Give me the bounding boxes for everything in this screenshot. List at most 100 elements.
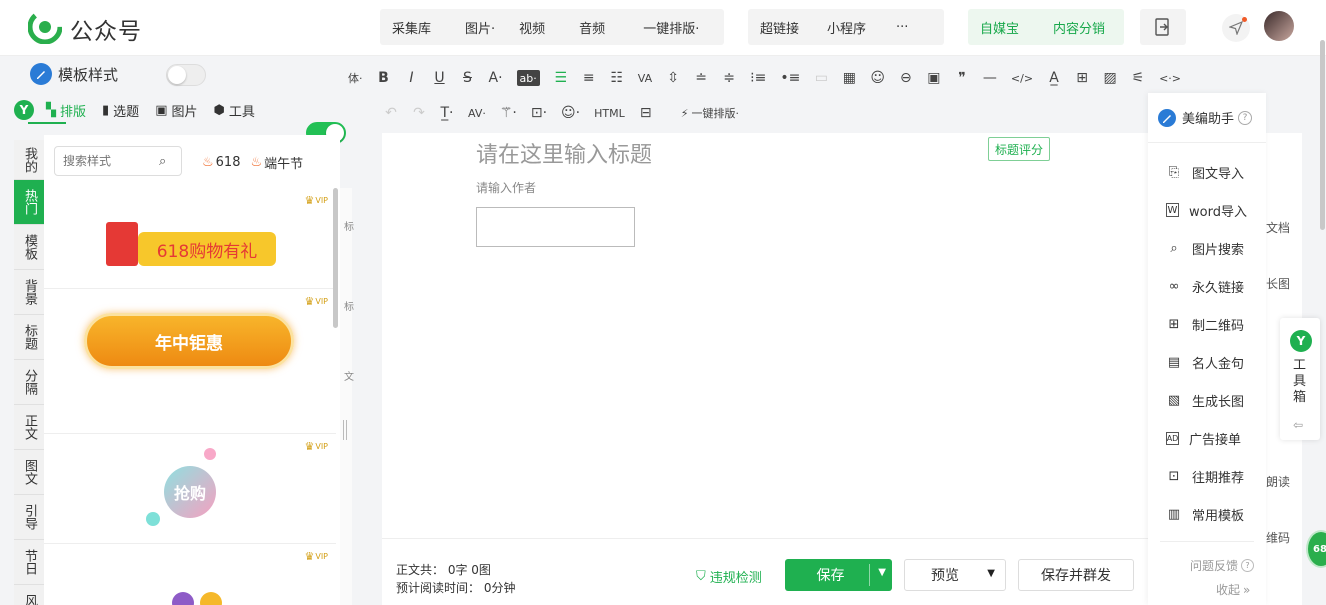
save-button[interactable]: 保存 ▼ <box>785 559 892 591</box>
category-title[interactable]: 标题 <box>14 315 44 360</box>
side-item-image-search[interactable]: ⌕ 图片搜索 <box>1148 229 1266 267</box>
menu-hyperlink[interactable]: 超链接 <box>748 18 811 37</box>
tag-618[interactable]: 618 <box>216 155 241 170</box>
format-painter-icon[interactable]: ▭ <box>814 67 828 89</box>
align-left-icon[interactable]: ☰ <box>554 67 568 89</box>
floating-assistant-badge[interactable]: 68 <box>1306 530 1326 568</box>
side-item-quotes[interactable]: ▤ 名人金句 <box>1148 343 1266 381</box>
style-card[interactable]: ♛ VIP 年中钜惠 <box>44 289 336 434</box>
category-mine[interactable]: 我的 <box>14 140 44 180</box>
side-item-recommend[interactable]: ⊡ 往期推荐 <box>1148 457 1266 495</box>
tab-tools[interactable]: ⬢ 工具 <box>214 101 255 120</box>
tab-topic[interactable]: ▮ 选题 <box>102 101 139 120</box>
one-click-layout-button[interactable]: ⚡ 一键排版· <box>681 102 739 124</box>
italic-button[interactable]: I <box>405 67 419 89</box>
editor-body-box[interactable] <box>476 207 635 247</box>
category-divider[interactable]: 分隔 <box>14 360 44 405</box>
menu-more[interactable]: ··· <box>878 20 920 35</box>
emoji-icon[interactable]: ☺ <box>870 67 885 89</box>
style-card[interactable]: ♛ VIP 抢购 <box>44 434 336 544</box>
violation-check-button[interactable]: ⛉ 违规检测 <box>696 567 762 586</box>
clear-format-icon[interactable]: T̲· <box>440 102 454 124</box>
paragraph-after-icon[interactable]: ≑ <box>722 67 736 89</box>
menu-mini-program[interactable]: 小程序 <box>811 18 878 37</box>
menu-zimeibao[interactable]: 自媒宝 <box>968 18 1031 37</box>
column-icon[interactable]: ⊞ <box>1075 67 1089 89</box>
image-insert-icon[interactable]: ▨ <box>1103 67 1117 89</box>
kerning-icon[interactable]: AV· <box>468 102 486 124</box>
sticker-icon[interactable]: ☺· <box>561 102 580 124</box>
title-score-button[interactable]: 标题评分 <box>988 137 1051 161</box>
paragraph-before-icon[interactable]: ≐ <box>694 67 708 89</box>
menu-video[interactable]: 视频 <box>507 18 557 37</box>
tab-layout[interactable]: ▚ 排版 <box>46 101 86 120</box>
category-guide[interactable]: 引导 <box>14 495 44 540</box>
html-icon[interactable]: HTML <box>594 102 625 124</box>
underline-button[interactable]: U <box>433 67 447 89</box>
avatar[interactable] <box>1264 11 1294 41</box>
side-item-permalink[interactable]: ∞ 永久链接 <box>1148 267 1266 305</box>
strikethrough-button[interactable]: S <box>461 67 475 89</box>
briefcase-icon[interactable]: ⊟ <box>639 102 653 124</box>
chevron-down-icon[interactable]: ▼ <box>878 567 886 578</box>
style-card[interactable]: ♛ VIP 618购物有礼 <box>44 188 336 289</box>
font-color-button[interactable]: A· <box>489 67 503 89</box>
style-search-input[interactable] <box>63 148 159 174</box>
menu-images[interactable]: 图片· <box>443 18 507 37</box>
side-item-common-templates[interactable]: ▥ 常用模板 <box>1148 495 1266 533</box>
code-block-icon[interactable]: ▣ <box>927 67 941 89</box>
template-style-toggle[interactable] <box>166 64 206 86</box>
link-icon[interactable]: ⊖ <box>899 67 913 89</box>
menu-audio[interactable]: 音频 <box>557 18 617 37</box>
menu-collection[interactable]: 采集库 <box>380 18 443 37</box>
chart-icon[interactable]: ⊡· <box>531 102 547 124</box>
search-icon[interactable]: ⌕ <box>159 154 166 169</box>
redo-icon[interactable]: ↷ <box>412 102 426 124</box>
highlight-button[interactable]: ab· <box>516 70 540 86</box>
quote-icon[interactable]: ❞ <box>955 67 969 89</box>
category-style[interactable]: 风格 <box>14 585 44 605</box>
send-icon[interactable] <box>1222 14 1250 42</box>
author-input[interactable]: 请输入作者 <box>476 179 536 196</box>
side-item-import-doc[interactable]: ⎘ 图文导入 <box>1148 153 1266 191</box>
undo-icon[interactable]: ↶ <box>384 102 398 124</box>
letter-spacing-icon[interactable]: VA <box>638 67 652 89</box>
bold-button[interactable]: B <box>377 67 391 89</box>
line-height-icon[interactable]: ⇳ <box>666 67 680 89</box>
toolbox-widget[interactable]: Y 工具箱 ⇦ <box>1280 318 1320 440</box>
source-code-icon[interactable]: </> <box>1011 67 1033 89</box>
table-icon[interactable]: ▦ <box>842 67 856 89</box>
side-item-qrcode[interactable]: ⊞ 制二维码 <box>1148 305 1266 343</box>
category-festival[interactable]: 节日 <box>14 540 44 585</box>
category-template[interactable]: 模板 <box>14 225 44 270</box>
save-and-publish-button[interactable]: 保存并群发 <box>1018 559 1134 591</box>
side-item-ads[interactable]: AD 广告接单 <box>1148 419 1266 457</box>
menu-content-distribution[interactable]: 内容分销 <box>1031 18 1117 37</box>
style-card[interactable]: ♛ VIP <box>44 544 336 605</box>
category-image-text[interactable]: 图文 <box>14 450 44 495</box>
help-icon[interactable]: ? <box>1238 110 1253 125</box>
unordered-list-icon[interactable]: •≡ <box>780 67 800 89</box>
settings-sliders-icon[interactable]: ⚟ <box>1131 67 1145 89</box>
tab-images[interactable]: ▣ 图片 <box>155 101 197 120</box>
menu-one-click-layout[interactable]: 一键排版· <box>617 18 711 37</box>
title-input[interactable]: 请在这里输入标题 <box>476 137 652 169</box>
feedback-link[interactable]: 问题反馈 ? <box>1190 557 1255 574</box>
text-style-icon[interactable]: A̲ <box>1047 67 1061 89</box>
drag-handle[interactable] <box>343 420 347 440</box>
preview-button[interactable]: 预览 ▼ <box>904 559 1006 591</box>
tag-dragon-boat[interactable]: 端午节 <box>264 153 303 172</box>
side-item-word-import[interactable]: Wword导入 <box>1148 191 1266 229</box>
category-body[interactable]: 正文 <box>14 405 44 450</box>
align-center-icon[interactable]: ≡ <box>582 67 596 89</box>
category-background[interactable]: 背景 <box>14 270 44 315</box>
panel-scrollbar[interactable] <box>333 188 338 328</box>
page-scrollbar[interactable] <box>1320 40 1325 230</box>
ordered-list-icon[interactable]: ⁝≡ <box>750 67 766 89</box>
font-family-select[interactable]: 体· <box>348 67 363 89</box>
side-item-long-image[interactable]: ▧ 生成长图 <box>1148 381 1266 419</box>
indent-icon[interactable]: ☷ <box>610 67 624 89</box>
category-hot[interactable]: 热门 <box>14 180 44 225</box>
fullscreen-icon[interactable]: <·> <box>1159 67 1181 89</box>
magic-wand-icon[interactable]: ⚚· <box>500 102 517 124</box>
